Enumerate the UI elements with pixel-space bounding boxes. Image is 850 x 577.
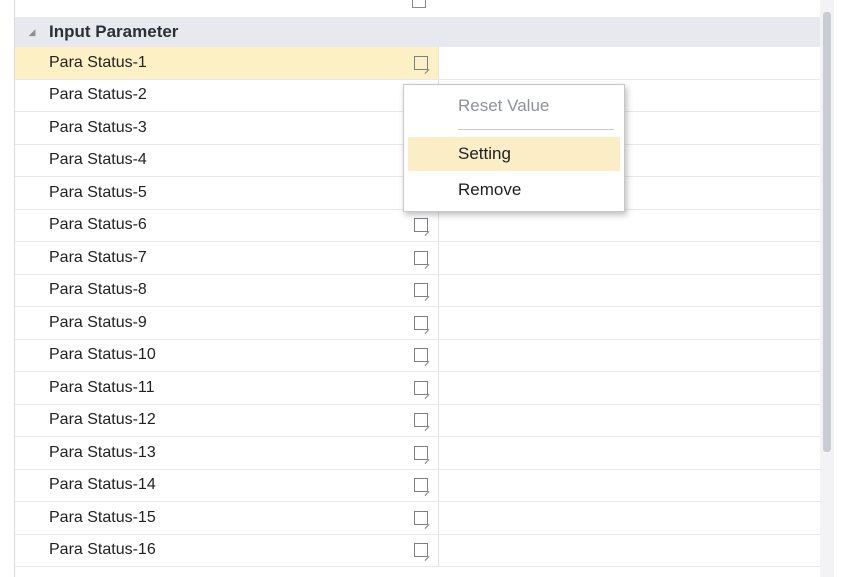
row-value-cell[interactable] (439, 307, 834, 339)
menu-item-label: Remove (458, 180, 522, 199)
row-label: Para Status-14 (49, 476, 156, 494)
table-row[interactable]: Para Status-14 (15, 469, 834, 502)
row-name-cell[interactable]: Para Status-9 (15, 307, 439, 339)
row-value-cell[interactable] (439, 372, 834, 404)
row-label: Para Status-13 (49, 443, 156, 461)
collapse-triangle-icon[interactable]: ◢ (15, 27, 49, 38)
row-label: Para Status-3 (49, 118, 147, 136)
table-row[interactable]: Para Status-6 (15, 209, 834, 242)
row-label: Para Status-6 (49, 216, 147, 234)
row-value-cell[interactable] (439, 405, 834, 437)
row-name-cell[interactable]: Para Status-6 (15, 209, 439, 241)
edit-icon[interactable] (414, 283, 428, 298)
table-row[interactable]: Para Status-16 (15, 534, 834, 567)
row-label: Para Status-1 (49, 53, 147, 71)
menu-item-label: Reset Value (458, 96, 550, 115)
row-label: Para Status-7 (49, 248, 147, 266)
row-name-cell[interactable]: Para Status-4 (15, 144, 439, 176)
row-value-cell[interactable] (439, 210, 834, 242)
row-name-cell[interactable]: Para Status-8 (15, 274, 439, 306)
edit-icon[interactable] (414, 348, 428, 363)
row-name-cell[interactable]: Para Status-12 (15, 404, 439, 436)
row-value-cell[interactable] (439, 242, 834, 274)
table-row[interactable]: Para Status-15 (15, 502, 834, 535)
edit-icon[interactable] (414, 478, 428, 493)
table-row[interactable]: Para Status-1 (15, 47, 834, 80)
table-row[interactable]: Para Status-7 (15, 242, 834, 275)
row-name-cell[interactable]: Para Status-5 (15, 177, 439, 209)
menu-item-setting[interactable]: Setting (408, 137, 620, 171)
row-label: Para Status-12 (49, 411, 156, 429)
row-label: Para Status-2 (49, 86, 147, 104)
row-value-cell[interactable] (439, 47, 834, 79)
row-name-cell[interactable]: Para Status-3 (15, 112, 439, 144)
row-value-cell[interactable] (439, 470, 834, 502)
menu-item-label: Setting (458, 144, 511, 163)
table-row[interactable]: Para Status-12 (15, 404, 834, 437)
edit-icon[interactable] (414, 413, 428, 428)
row-name-cell[interactable]: Para Status-14 (15, 469, 439, 501)
edit-icon[interactable] (414, 543, 428, 558)
row-label: Para Status-4 (49, 151, 147, 169)
edit-icon[interactable] (414, 510, 428, 525)
row-value-cell[interactable] (439, 502, 834, 534)
row-label: Para Status-10 (49, 346, 156, 364)
row-name-cell[interactable]: Para Status-13 (15, 437, 439, 469)
row-value-cell[interactable] (439, 340, 834, 372)
table-row[interactable]: Para Status-11 (15, 372, 834, 405)
row-label: Para Status-8 (49, 281, 147, 299)
menu-separator (458, 129, 614, 130)
row-name-cell[interactable]: Para Status-1 (15, 47, 439, 79)
edit-icon[interactable] (414, 55, 428, 70)
edit-icon[interactable] (414, 250, 428, 265)
previous-row-cutoff (15, 0, 834, 12)
edit-icon[interactable] (414, 315, 428, 330)
row-name-cell[interactable]: Para Status-7 (15, 242, 439, 274)
row-name-cell[interactable]: Para Status-2 (15, 79, 439, 111)
row-label: Para Status-15 (49, 508, 156, 526)
row-name-cell[interactable]: Para Status-10 (15, 339, 439, 371)
row-name-cell[interactable]: Para Status-11 (15, 372, 439, 404)
menu-item-reset-value: Reset Value (408, 89, 620, 123)
row-label: Para Status-5 (49, 183, 147, 201)
table-row[interactable]: Para Status-10 (15, 339, 834, 372)
row-label: Para Status-11 (49, 378, 155, 396)
row-label: Para Status-16 (49, 541, 156, 559)
edit-icon[interactable] (414, 445, 428, 460)
edit-icon[interactable] (414, 380, 428, 395)
category-header[interactable]: ◢ Input Parameter (15, 17, 834, 47)
edit-icon[interactable] (414, 218, 428, 233)
row-value-cell[interactable] (439, 535, 834, 567)
table-row[interactable]: Para Status-9 (15, 307, 834, 340)
row-value-cell[interactable] (439, 437, 834, 469)
scrollbar-thumb[interactable] (823, 12, 831, 452)
category-title: Input Parameter (49, 22, 179, 41)
row-value-cell[interactable] (439, 275, 834, 307)
table-row[interactable]: Para Status-13 (15, 437, 834, 470)
edit-icon (412, 0, 426, 8)
vertical-scrollbar[interactable] (820, 0, 834, 577)
menu-item-remove[interactable]: Remove (408, 173, 620, 207)
row-name-cell[interactable]: Para Status-15 (15, 502, 439, 534)
row-label: Para Status-9 (49, 313, 147, 331)
table-row[interactable]: Para Status-8 (15, 274, 834, 307)
context-menu: Reset Value Setting Remove (403, 84, 625, 212)
row-name-cell[interactable]: Para Status-16 (15, 534, 439, 566)
